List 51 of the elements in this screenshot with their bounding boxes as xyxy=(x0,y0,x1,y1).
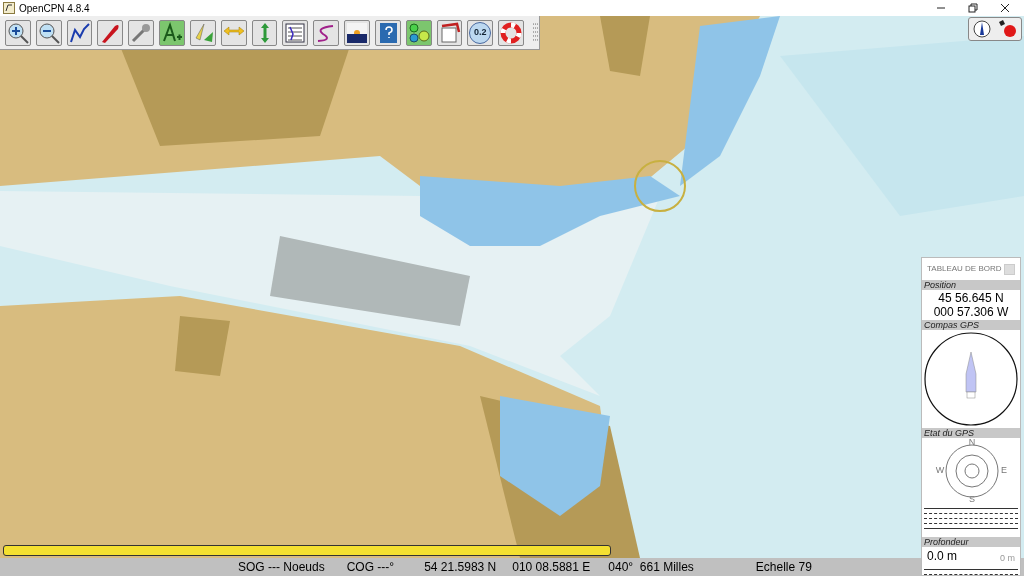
list-button[interactable] xyxy=(282,19,309,46)
cardinal-text: S xyxy=(969,494,975,504)
letter-plus-icon xyxy=(161,21,184,44)
status-text: Echelle 79 xyxy=(755,559,812,576)
triangles-button[interactable] xyxy=(189,19,216,46)
horizontal-arrows-button[interactable] xyxy=(220,19,247,46)
window-title: OpenCPN 4.8.4 xyxy=(19,1,90,16)
zoom-in-button[interactable] xyxy=(5,19,31,46)
zoom-in-icon xyxy=(6,21,29,44)
restore-icon[interactable] xyxy=(968,3,978,13)
document-icon xyxy=(438,21,461,44)
instrument-label: Etat du GPS xyxy=(922,428,1020,438)
tide-button[interactable]: 0.2 xyxy=(467,19,494,46)
zoom-out-icon xyxy=(37,21,60,44)
track-button[interactable] xyxy=(313,19,340,46)
route-button[interactable] xyxy=(66,19,93,46)
help-button[interactable] xyxy=(374,19,401,46)
depth-value: 0.0 m xyxy=(927,548,957,565)
print-button[interactable] xyxy=(436,19,463,46)
instrument-label: Compas GPS xyxy=(922,320,1020,330)
status-text: 010 08.5881 E xyxy=(512,559,591,576)
vertical-arrows-button[interactable] xyxy=(251,19,278,46)
depth-scale-text: 0 m xyxy=(1000,551,1015,565)
lifebuoy-icon xyxy=(500,21,523,44)
lifebuoy-button[interactable] xyxy=(498,19,525,46)
route-icon xyxy=(68,21,91,44)
panel-title: TABLEAU DE BORD xyxy=(927,263,1002,275)
app-logo-icon xyxy=(3,2,15,14)
cardinal-text: N xyxy=(968,438,976,448)
sunset-icon xyxy=(346,21,368,44)
status-text: 54 21.5983 N xyxy=(424,559,497,576)
chart-button[interactable] xyxy=(344,19,370,46)
text-button[interactable] xyxy=(159,19,185,46)
position-text: 45 56.645 N xyxy=(938,291,1004,305)
cardinal-text: W xyxy=(935,465,945,476)
zoom-out-button[interactable] xyxy=(35,19,62,46)
gps-status-icon[interactable] xyxy=(997,19,1018,39)
vertical-arrows-icon xyxy=(260,22,269,43)
status-text: SOG --- Noeuds xyxy=(238,559,325,576)
gps-rings-drawing xyxy=(945,444,999,498)
instrument-label: Profondeur xyxy=(922,537,1020,547)
cardinal-text: E xyxy=(1001,465,1007,476)
layers-button[interactable] xyxy=(405,19,432,46)
close-icon[interactable] xyxy=(1000,3,1010,13)
status-text: COG ---° xyxy=(346,559,395,576)
position-text: 000 57.306 W xyxy=(933,305,1009,319)
status-text: 040° 661 Milles xyxy=(608,559,694,576)
compass-icon[interactable] xyxy=(972,20,991,38)
list-icon xyxy=(284,21,307,44)
circles-icon xyxy=(407,21,430,44)
instrument-label: Position xyxy=(922,280,1020,290)
